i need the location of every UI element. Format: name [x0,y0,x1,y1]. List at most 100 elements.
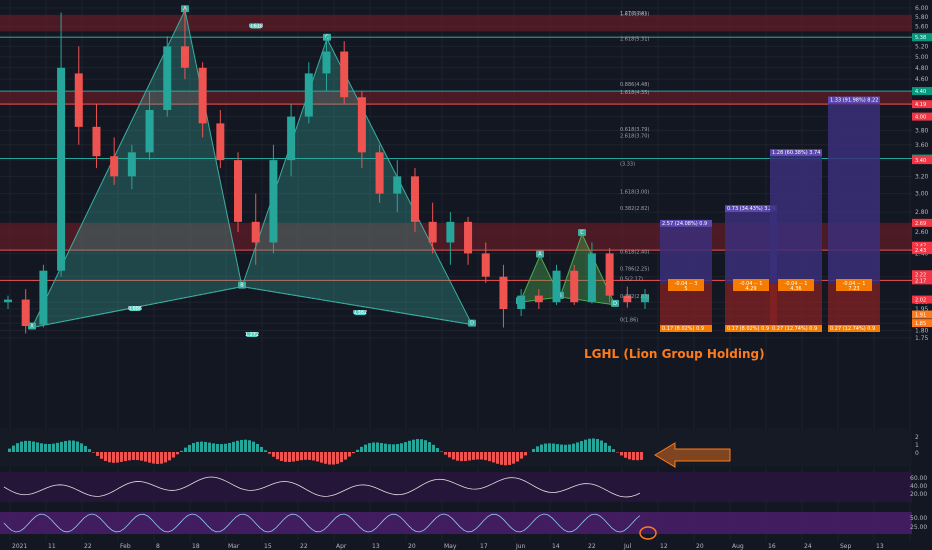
macd-bar [152,452,155,464]
macd-bar [624,452,627,458]
macd-bar [328,452,331,465]
fib-label: 0.5(2.17) [620,276,643,282]
macd-bar [124,452,127,462]
candle-body [269,160,278,243]
candle-body [517,295,526,310]
macd-bar [244,439,247,452]
price-marker-label: 2.17 [915,278,926,284]
candle-body [570,270,579,303]
candlestick-chart[interactable]: XABCDXABCD0.8860.6180.3821.272 1.618(5.8… [0,0,932,550]
candle-body [304,73,313,117]
stop-label: 0.27 (12.74%) 0.9 [830,326,875,332]
macd-bar [160,452,163,464]
macd-bar [28,440,31,452]
macd-bar [8,448,11,452]
macd-bar [476,452,479,460]
macd-bar [104,452,107,461]
macd-bar [220,444,223,452]
macd-bar [64,440,67,452]
macd-bar [216,443,219,452]
price-marker-label: 2.02 [915,298,926,304]
fib-label: 0.618(3.79) [620,127,649,133]
indicator-panes [0,428,912,540]
macd-bar [640,452,643,460]
time-tick-label: 12 [660,543,668,550]
macd-bar [232,441,235,452]
macd-bar [240,439,243,452]
candle-body [216,123,225,161]
pattern-point-label: C [325,35,329,41]
macd-bar [76,441,79,452]
candle-body [127,152,136,177]
target-zone [725,212,777,284]
macd-bar [508,452,511,465]
fib-label: (3.33) [620,162,635,168]
time-axis[interactable]: 2021 11 22 Feb 8 18 Mar 15 22 Apr 13 20 May 17 Jun 14 22… [0,540,932,550]
target-label: 0.73 (34.43%) 3.29 [727,206,775,212]
time-tick-label: 24 [804,543,812,550]
pattern-ratio-label: 0.382 [353,310,367,316]
macd-bar [108,452,111,463]
price-axis[interactable]: 6.005.805.605.405.205.004.804.604.404.20… [910,0,932,550]
price-marker-label: 2.69 [915,221,926,227]
time-tick-label: 22 [300,543,308,550]
macd-bar [380,443,383,452]
fib-label: 1.27(5.84) [620,11,646,17]
stop-label: 0.27 (12.74%) 0.9 [772,326,817,332]
candle-body [605,253,614,296]
macd-bar [432,444,435,452]
macd-bar [20,441,23,452]
price-tick-label: 6.00 [915,5,929,12]
time-tick-label: Feb [120,543,131,550]
candle-body [499,276,508,310]
time-tick-label: 20 [696,543,704,550]
macd-bar [252,441,255,452]
macd-bar [332,452,335,465]
fib-label: 0(1.86) [620,318,638,324]
candle-body [234,160,243,222]
candle-body [145,109,154,153]
macd-bar [204,441,207,452]
stoch-tick: 25.00 [910,524,927,531]
macd-bar [280,452,283,461]
chart-title: LGHL (Lion Group Holding) [584,347,765,361]
macd-bar [452,452,455,460]
macd-bar [612,449,615,452]
pattern-point-label: D [470,321,474,327]
stop-label: 0.17 (8.02%) 0.9 [662,326,704,332]
macd-bar [212,443,215,452]
fib-label: 0.382(2.82) [620,206,649,212]
macd-bar [384,443,387,452]
macd-bar [480,452,483,460]
macd-bar [128,452,131,461]
macd-bar [416,439,419,452]
macd-bar [388,444,391,452]
candle-body [322,51,331,74]
time-tick-label: 22 [84,543,92,550]
macd-bar [504,452,507,466]
price-tick-label: 1.80 [915,327,929,334]
macd-bar [524,452,527,456]
entry-label: 4.29 [745,286,756,292]
macd-bar [468,452,471,461]
price-tick-label: 3.20 [915,173,929,180]
price-marker-label: 4.40 [915,89,926,95]
macd-bar [264,450,267,452]
stoch-tick: 50.00 [910,515,927,522]
macd-bar [304,452,307,460]
pattern-point-label: A [538,252,542,258]
fib-label: 2.618(3.70) [620,133,649,139]
macd-bar [40,443,43,452]
candle-body [39,270,48,325]
macd-bar [336,452,339,464]
target-label: 1.28 (60.38%) 3.74 [772,150,820,156]
price-marker-label: 2.43 [915,248,926,254]
macd-bar [360,446,363,452]
macd-bar [392,444,395,452]
macd-bar [608,445,611,452]
trade-setups[interactable]: 2.57 (24.08%) 0.9-0.04 -- 350.17 (8.02%)… [660,96,880,332]
macd-tick: 1 [915,442,919,449]
fib-label: 1.618(3.00) [620,190,649,196]
candle-body [534,295,543,303]
macd-bar [16,443,19,452]
